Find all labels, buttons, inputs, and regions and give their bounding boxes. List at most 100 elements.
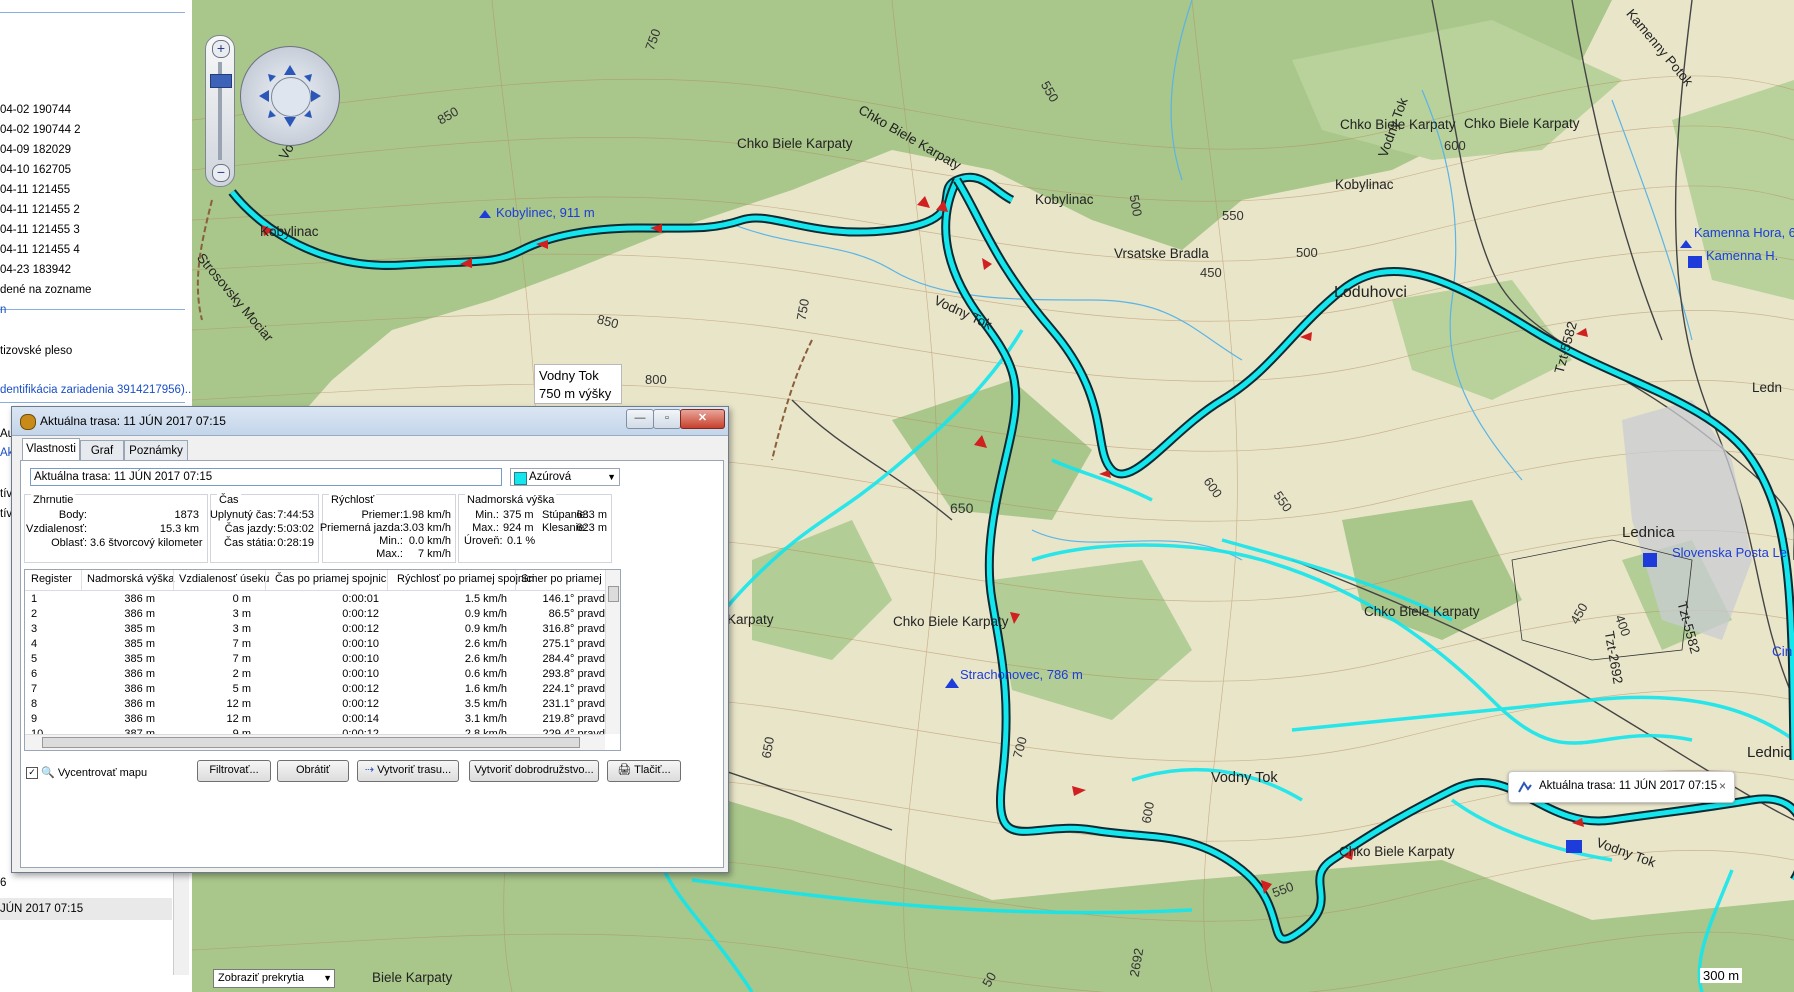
column-header[interactable]: Čas po priamej spojnici	[275, 573, 389, 585]
dialog-title: Aktuálna trasa: 11 JÚN 2017 07:15	[40, 414, 226, 428]
print-button[interactable]: 🖨 Tlačiť...	[607, 760, 681, 782]
sidebar-item[interactable]: 04-11 121455 3	[0, 224, 80, 236]
sidebar-item-lake[interactable]: tizovské pleso	[0, 345, 72, 357]
minimize-button[interactable]: —	[626, 409, 654, 429]
map-label: Karpaty	[727, 612, 774, 627]
track-properties-dialog: Aktuálna trasa: 11 JÚN 2017 07:15 — ▫ ✕ …	[11, 406, 729, 873]
center-map-label: Vycentrovať mapu	[57, 767, 148, 779]
table-row[interactable]: 7 386 m 5 m 0:00:12 1.6 km/h 224.1° pravd	[25, 682, 605, 697]
sidebar-item[interactable]: 04-10 162705	[0, 164, 71, 176]
sidebar-item[interactable]: 04-11 121455 2	[0, 204, 80, 216]
table-cell: 2	[31, 608, 38, 620]
sidebar-scrollbar[interactable]	[173, 860, 189, 975]
table-cell: 8	[31, 698, 38, 710]
tab-poznamky[interactable]: Poznámky	[124, 440, 188, 461]
overlay-select[interactable]: Zobraziť prekrytia ▼	[213, 969, 335, 988]
avg-speed-value: 1.98 km/h	[402, 509, 451, 521]
contour-label: 650	[950, 500, 974, 516]
zoom-slider[interactable]: + −	[205, 35, 235, 187]
zoom-out-button[interactable]: −	[212, 164, 230, 182]
table-row[interactable]: 6 386 m 2 m 0:00:10 0.6 km/h 293.8° pravd	[25, 667, 605, 682]
zoom-in-button[interactable]: +	[212, 40, 230, 58]
table-cell: 86.5° pravd	[548, 608, 605, 620]
distance-value: 15.3 km	[159, 523, 199, 535]
sidebar-item[interactable]: 04-02 190744 2	[0, 124, 81, 136]
column-header[interactable]: Nadmorská výška	[87, 573, 174, 585]
scroll-thumb[interactable]	[608, 586, 619, 602]
filter-button[interactable]: Filtrovať...	[197, 760, 271, 782]
sidebar-item[interactable]: 04-23 183942	[0, 264, 71, 276]
pan-arrows-icon[interactable]	[241, 47, 339, 145]
sidebar-item[interactable]: 04-09 182029	[0, 144, 71, 156]
stopped-label: Čas státia:	[224, 537, 276, 549]
stopped-value: 0:28:19	[277, 537, 314, 549]
elevation-group: Nadmorská výška Min.: 375 m Max.: 924 m …	[458, 494, 612, 563]
dialog-titlebar[interactable]: Aktuálna trasa: 11 JÚN 2017 07:15 — ▫ ✕	[12, 407, 728, 436]
trackpoint-table[interactable]: Register Nadmorská výška Vzdialenosť úse…	[24, 569, 621, 751]
checkbox-box[interactable]: ✓	[26, 767, 38, 780]
sidebar-item[interactable]: 04-11 121455 4	[0, 244, 80, 256]
table-cell: 386 m	[124, 608, 155, 620]
poi-link[interactable]: Kamenna H.	[1706, 248, 1778, 263]
forest-area	[992, 560, 1192, 720]
table-cell: 2.6 km/h	[464, 638, 507, 650]
table-row[interactable]: 5 385 m 7 m 0:00:10 2.6 km/h 284.4° pravd	[25, 652, 605, 667]
scroll-thumb[interactable]	[42, 737, 580, 748]
table-cell: 0:00:12	[342, 698, 379, 710]
contour-label: 450	[1200, 265, 1222, 280]
create-route-button[interactable]: ⇢ Vytvoriť trasu...	[357, 760, 459, 782]
table-row[interactable]: 4 385 m 7 m 0:00:10 2.6 km/h 275.1° pravd	[25, 637, 605, 652]
sidebar-divider	[0, 402, 185, 403]
grade-label: Úroveň:	[464, 535, 503, 547]
pan-control[interactable]	[240, 46, 340, 146]
table-cell: 0:00:10	[342, 638, 379, 650]
track-name-input[interactable]: Aktuálna trasa: 11 JÚN 2017 07:15	[30, 468, 502, 486]
close-button[interactable]: ✕	[680, 409, 725, 429]
table-row[interactable]: 9 386 m 12 m 0:00:14 3.1 km/h 219.8° pravd	[25, 712, 605, 727]
color-select[interactable]: Azúrová ▼	[510, 468, 620, 486]
sidebar-selected-label[interactable]: JÚN 2017 07:15	[0, 903, 83, 915]
map-label: Chko Biele Karpaty	[1339, 844, 1455, 859]
table-vertical-scrollbar[interactable]	[605, 570, 620, 734]
track-tooltip[interactable]: Aktuálna trasa: 11 JÚN 2017 07:15 ×	[1508, 771, 1735, 803]
poi-link[interactable]: Kobylinec, 911 m	[496, 205, 595, 220]
sidebar-device-link[interactable]: dentifikácia zariadenia 3914217956)...	[0, 384, 192, 396]
center-map-checkbox[interactable]: ✓ 🔍 Vycentrovať mapu	[26, 766, 148, 780]
tab-graf[interactable]: Graf	[80, 440, 124, 461]
table-cell: 386 m	[124, 698, 155, 710]
table-cell: 1.5 km/h	[464, 593, 507, 605]
sidebar-item[interactable]: dené na zozname	[0, 284, 91, 296]
column-header[interactable]: Vzdialenosť úseku	[179, 573, 269, 585]
poi-link[interactable]: Slovenska Posta Le	[1672, 545, 1787, 560]
table-row[interactable]: 1 386 m 0 m 0:00:01 1.5 km/h 146.1° pravd	[25, 592, 605, 607]
table-cell: 386 m	[124, 668, 155, 680]
zoom-thumb[interactable]	[210, 74, 232, 88]
sidebar-item[interactable]: 04-11 121455	[0, 184, 70, 196]
create-adventure-button[interactable]: Vytvoriť dobrodružstvo...	[469, 760, 599, 782]
reverse-button[interactable]: Obrátiť	[277, 760, 349, 782]
elevation-title: Nadmorská výška	[465, 494, 557, 506]
close-icon[interactable]: ×	[1719, 779, 1726, 793]
sidebar-divider	[0, 309, 185, 310]
table-row[interactable]: 3 385 m 3 m 0:00:12 0.9 km/h 316.8° pravd	[25, 622, 605, 637]
table-cell: 385 m	[124, 653, 155, 665]
sidebar-link[interactable]: n	[0, 304, 6, 316]
table-row[interactable]: 8 386 m 12 m 0:00:12 3.5 km/h 231.1° pravd	[25, 697, 605, 712]
column-header[interactable]: Register	[31, 573, 72, 585]
table-cell: 1.6 km/h	[464, 683, 507, 695]
poi-link[interactable]: Strachonovec, 786 m	[960, 667, 1083, 682]
sidebar-item[interactable]: 04-02 190744	[0, 104, 71, 116]
moving-label: Čas jazdy:	[224, 523, 276, 535]
moving-avg-value: 3.03 km/h	[402, 522, 451, 534]
tab-vlastnosti[interactable]: Vlastnosti	[22, 438, 80, 462]
color-swatch	[514, 472, 527, 485]
maximize-button[interactable]: ▫	[653, 409, 681, 429]
table-cell: 0:00:12	[342, 608, 379, 620]
table-horizontal-scrollbar[interactable]	[25, 734, 605, 750]
create-route-label: Vytvoriť trasu...	[377, 764, 452, 776]
column-header[interactable]: Rýchlosť po priamej spojnici	[397, 573, 534, 585]
poi-link[interactable]: Kamenna Hora, 6	[1694, 225, 1794, 240]
table-cell: 0:00:12	[342, 623, 379, 635]
forest-area	[752, 520, 892, 660]
table-row[interactable]: 2 386 m 3 m 0:00:12 0.9 km/h 86.5° pravd	[25, 607, 605, 622]
